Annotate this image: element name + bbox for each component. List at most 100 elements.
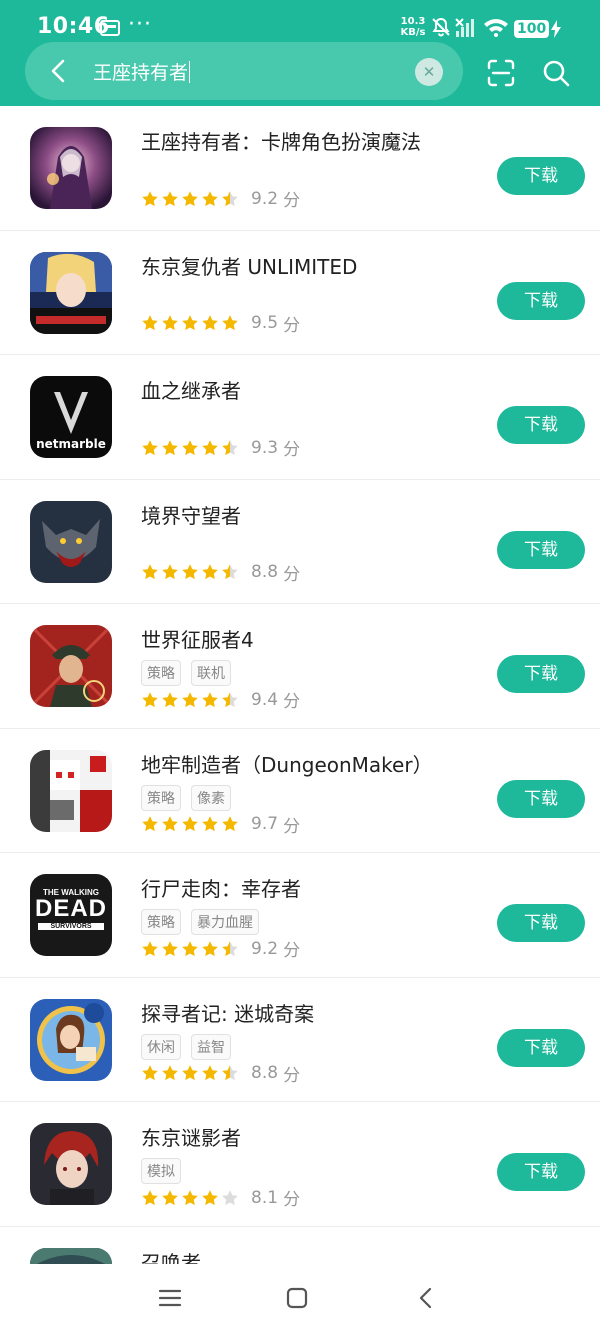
app-tags: 策略 联机 [141, 660, 231, 686]
logo-line-3: SURVIVORS [38, 923, 104, 930]
download-button[interactable]: 下载 [497, 530, 585, 569]
star-half-icon [222, 439, 238, 455]
star-full-icon [162, 315, 178, 331]
list-item[interactable]: 东京复仇者 UNLIMITED 9.5 分 下载 [0, 231, 600, 355]
tag[interactable]: 休闲 [141, 1033, 181, 1060]
tag[interactable]: 益智 [191, 1033, 231, 1060]
tag[interactable]: 策略 [141, 909, 181, 935]
back-arrow-icon[interactable] [45, 57, 73, 85]
list-item[interactable]: 召唤者 [0, 1227, 600, 1265]
list-item[interactable]: 世界征服者4 策略 联机 9.4 分 下载 [0, 604, 600, 729]
download-button[interactable]: 下载 [497, 1153, 585, 1191]
search-bar[interactable]: 王座持有者 ✕ [25, 42, 463, 100]
tag[interactable]: 像素 [191, 784, 231, 811]
tokyo-revengers-icon[interactable] [30, 251, 112, 334]
rating-stars [141, 691, 239, 709]
app-name[interactable]: 地牢制造者（DungeonMaker） [141, 749, 433, 778]
back-icon[interactable] [414, 1286, 438, 1310]
summoner-icon[interactable] [30, 1247, 112, 1264]
battery-level: 100 [514, 20, 550, 38]
app-name[interactable]: 召唤者 [141, 1247, 201, 1265]
star-half-icon [222, 1065, 238, 1081]
app-name[interactable]: 东京谜影者 [141, 1122, 241, 1151]
world-conqueror-icon[interactable] [30, 625, 112, 707]
star-full-icon [142, 1189, 158, 1205]
app-notification-icon [100, 20, 120, 36]
download-button[interactable]: 下载 [497, 655, 585, 693]
download-button[interactable]: 下载 [497, 157, 585, 195]
app-tags: 模拟 [141, 1158, 181, 1184]
list-item[interactable]: 地牢制造者（DungeonMaker） 策略 像素 9.7 分 下载 [0, 729, 600, 853]
star-full-icon [142, 691, 158, 707]
score-unit: 分 [283, 564, 301, 585]
download-button[interactable]: 下载 [497, 904, 585, 942]
star-full-icon [182, 1189, 198, 1205]
download-button[interactable]: 下载 [497, 281, 585, 320]
list-item[interactable]: 东京谜影者 模拟 8.1 分 下载 [0, 1102, 600, 1227]
star-full-icon [142, 439, 158, 455]
tag[interactable]: 暴力血腥 [191, 909, 259, 935]
star-full-icon [142, 816, 158, 832]
system-navigation-bar [0, 1264, 600, 1333]
star-half-icon [222, 940, 238, 956]
star-full-icon [162, 1189, 178, 1205]
app-name[interactable]: 境界守望者 [141, 500, 241, 529]
app-name[interactable]: 血之继承者 [141, 375, 241, 404]
star-full-icon [162, 190, 178, 206]
app-rating: 9.2 分 [141, 186, 300, 211]
walking-dead-icon[interactable]: THE WALKING DEAD SURVIVORS [30, 874, 112, 956]
tag[interactable]: 模拟 [141, 1158, 181, 1184]
seekers-notes-icon[interactable] [30, 998, 112, 1081]
tag[interactable]: 联机 [191, 660, 231, 686]
app-score: 8.1 [251, 1187, 279, 1208]
tag[interactable]: 策略 [141, 784, 181, 811]
list-item[interactable]: THE WALKING DEAD SURVIVORS 行尸走肉：幸存者 策略 暴… [0, 853, 600, 978]
app-score: 9.3 [251, 437, 279, 458]
app-score: 9.4 [251, 689, 279, 710]
tokyo-mystery-icon[interactable] [30, 1123, 112, 1205]
app-rating: 9.4 分 [141, 687, 300, 712]
rating-stars [141, 190, 239, 208]
search-results-list: 王座持有者：卡牌角色扮演魔法 9.2 分 下载 东京复仇者 UNLIMITED … [0, 106, 600, 1264]
download-button[interactable]: 下载 [497, 779, 585, 818]
status-bar: 10:46 ··· 10.3 KB/s 100 [0, 0, 600, 44]
throne-holder-icon[interactable] [30, 127, 112, 209]
list-item[interactable]: 境界守望者 8.8 分 下载 [0, 480, 600, 604]
scan-icon[interactable] [486, 58, 516, 88]
star-full-icon [202, 940, 218, 956]
app-name[interactable]: 东京复仇者 UNLIMITED [141, 251, 357, 280]
app-name[interactable]: 探寻者记: 迷城奇案 [141, 998, 314, 1027]
score-unit: 分 [283, 1065, 301, 1086]
werewolf-icon[interactable] [30, 500, 112, 583]
list-item[interactable]: netmarble 血之继承者 9.3 分 下载 [0, 355, 600, 480]
network-speed-unit: KB/s [400, 27, 426, 38]
app-name[interactable]: 世界征服者4 [141, 624, 254, 653]
star-full-icon [142, 940, 158, 956]
star-full-icon [202, 190, 218, 206]
netmarble-v-icon[interactable]: netmarble [30, 376, 112, 458]
star-half-icon [222, 190, 238, 206]
home-icon[interactable] [285, 1286, 309, 1310]
search-icon[interactable] [541, 58, 571, 88]
search-input[interactable]: 王座持有者 [93, 58, 191, 85]
star-full-icon [182, 564, 198, 580]
star-full-icon [162, 1065, 178, 1081]
clear-search-button[interactable]: ✕ [415, 58, 443, 86]
app-score: 8.8 [251, 1063, 279, 1083]
list-item[interactable]: 探寻者记: 迷城奇案 休闲 益智 8.8 分 下载 [0, 978, 600, 1102]
logo-line-2: DEAD [34, 895, 107, 922]
status-time: 10:46 [37, 14, 110, 39]
tag[interactable]: 策略 [141, 660, 181, 686]
app-name[interactable]: 王座持有者：卡牌角色扮演魔法 [141, 126, 421, 155]
star-full-icon [142, 190, 158, 206]
download-button[interactable]: 下载 [497, 1028, 585, 1067]
dungeon-maker-icon[interactable] [30, 749, 112, 832]
menu-icon[interactable] [158, 1286, 182, 1310]
download-button[interactable]: 下载 [497, 406, 585, 444]
app-name[interactable]: 行尸走肉：幸存者 [141, 873, 301, 902]
netmarble-label: netmarble [36, 437, 106, 451]
star-full-icon [142, 564, 158, 580]
star-full-icon [182, 816, 198, 832]
score-unit: 分 [283, 941, 301, 961]
list-item[interactable]: 王座持有者：卡牌角色扮演魔法 9.2 分 下载 [0, 106, 600, 231]
